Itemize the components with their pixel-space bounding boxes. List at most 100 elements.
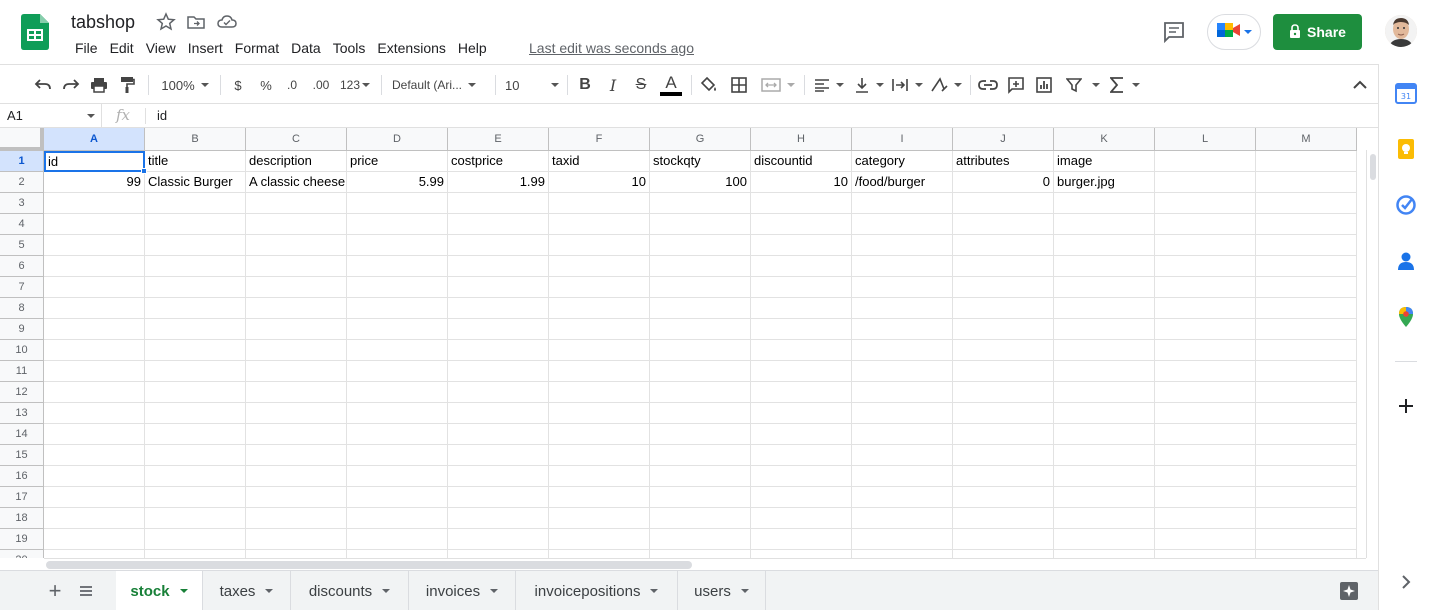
grid-cell[interactable]: 1.99 — [448, 172, 549, 193]
grid-cell[interactable] — [650, 235, 751, 256]
grid-cell[interactable] — [549, 361, 650, 382]
grid-cell[interactable] — [751, 193, 852, 214]
grid-cell[interactable] — [44, 487, 145, 508]
grid-cell[interactable] — [650, 319, 751, 340]
grid-cell[interactable] — [650, 445, 751, 466]
grid-cell[interactable] — [1155, 256, 1256, 277]
text-rotation-icon[interactable] — [929, 73, 963, 97]
row-header[interactable]: 5 — [0, 235, 44, 256]
grid-cell[interactable] — [347, 508, 448, 529]
spreadsheet-grid[interactable]: A B C D E F G H I J K L M 1 2 3 4 5 6 7 8 9 10 11 12 13 14 15 16 17 18… — [0, 128, 1366, 558]
grid-cell[interactable] — [1155, 340, 1256, 361]
grid-cell[interactable] — [448, 340, 549, 361]
grid-cell[interactable] — [145, 256, 246, 277]
grid-cell[interactable] — [549, 340, 650, 361]
grid-cell[interactable] — [347, 277, 448, 298]
italic-button[interactable]: I — [603, 73, 623, 97]
grid-cell[interactable] — [1256, 214, 1357, 235]
grid-cell[interactable] — [751, 361, 852, 382]
tasks-icon[interactable] — [1395, 194, 1417, 216]
row-header[interactable]: 19 — [0, 529, 44, 550]
grid-cell[interactable] — [1256, 424, 1357, 445]
grid-cell[interactable]: 10 — [751, 172, 852, 193]
vertical-scrollbar[interactable] — [1366, 150, 1378, 558]
grid-cell[interactable] — [1256, 235, 1357, 256]
grid-cell[interactable] — [1256, 508, 1357, 529]
grid-cell[interactable] — [246, 298, 347, 319]
grid-cell[interactable] — [549, 193, 650, 214]
grid-cell[interactable] — [145, 298, 246, 319]
grid-cell[interactable] — [852, 487, 953, 508]
grid-cell[interactable]: category — [852, 151, 953, 172]
add-sheet-button[interactable]: + — [40, 571, 70, 610]
grid-cell[interactable] — [347, 550, 448, 558]
column-header[interactable]: A — [44, 128, 145, 151]
formula-input[interactable]: id — [157, 104, 167, 128]
print-icon[interactable] — [88, 73, 110, 97]
grid-cell[interactable] — [852, 424, 953, 445]
grid-cell[interactable] — [953, 466, 1054, 487]
grid-cell[interactable] — [246, 214, 347, 235]
grid-cell[interactable] — [751, 214, 852, 235]
grid-cell[interactable] — [650, 487, 751, 508]
grid-cell[interactable] — [549, 550, 650, 558]
grid-cell[interactable] — [751, 466, 852, 487]
grid-cell[interactable] — [1256, 319, 1357, 340]
strikethrough-button[interactable]: S — [631, 73, 651, 97]
increase-decimal-button[interactable]: .00 — [309, 73, 333, 97]
add-addon-icon[interactable] — [1395, 395, 1417, 417]
text-color-button[interactable]: A — [659, 73, 683, 97]
column-header[interactable]: B — [145, 128, 246, 151]
avatar[interactable] — [1385, 15, 1417, 47]
row-header[interactable]: 10 — [0, 340, 44, 361]
grid-cell[interactable] — [953, 382, 1054, 403]
fill-color-icon[interactable] — [698, 73, 720, 97]
font-family-select[interactable]: Default (Ari... — [392, 73, 486, 97]
grid-cell[interactable]: description — [246, 151, 347, 172]
grid-cell[interactable] — [246, 403, 347, 424]
grid-cell[interactable] — [1054, 487, 1155, 508]
grid-cell[interactable] — [1155, 445, 1256, 466]
grid-cell[interactable]: Classic Burger — [145, 172, 246, 193]
menu-format[interactable]: Format — [229, 39, 285, 57]
grid-cell[interactable] — [448, 319, 549, 340]
row-header[interactable]: 16 — [0, 466, 44, 487]
grid-cell[interactable] — [145, 487, 246, 508]
explore-icon[interactable] — [1336, 571, 1362, 610]
grid-cell[interactable] — [448, 235, 549, 256]
grid-cell[interactable] — [650, 424, 751, 445]
grid-cell[interactable] — [44, 529, 145, 550]
grid-cell[interactable] — [751, 529, 852, 550]
grid-cell[interactable] — [1155, 424, 1256, 445]
grid-cell[interactable] — [1155, 235, 1256, 256]
column-header[interactable]: E — [448, 128, 549, 151]
grid-cell[interactable] — [751, 298, 852, 319]
grid-cell[interactable] — [448, 550, 549, 558]
grid-cell[interactable] — [44, 382, 145, 403]
grid-cell[interactable] — [1256, 550, 1357, 558]
row-header[interactable]: 20 — [0, 550, 44, 558]
maps-icon[interactable] — [1395, 306, 1417, 328]
horizontal-scrollbar[interactable] — [44, 558, 1366, 570]
grid-cell[interactable] — [953, 340, 1054, 361]
collapse-menus-icon[interactable] — [1349, 73, 1371, 97]
grid-cell[interactable] — [852, 235, 953, 256]
tab-stock[interactable]: stock — [116, 571, 203, 610]
grid-cell[interactable] — [44, 424, 145, 445]
grid-cell[interactable] — [751, 403, 852, 424]
grid-cell[interactable] — [953, 361, 1054, 382]
grid-cell[interactable] — [448, 214, 549, 235]
grid-cell[interactable]: image — [1054, 151, 1155, 172]
grid-cell[interactable] — [650, 340, 751, 361]
merge-cells-icon[interactable] — [758, 73, 798, 97]
column-header[interactable]: F — [549, 128, 650, 151]
grid-cell[interactable] — [1155, 193, 1256, 214]
tab-users[interactable]: users — [678, 571, 766, 610]
last-edit-link[interactable]: Last edit was seconds ago — [529, 39, 694, 57]
grid-cell[interactable] — [246, 319, 347, 340]
grid-cell[interactable] — [1256, 298, 1357, 319]
grid-cell[interactable] — [953, 529, 1054, 550]
grid-cell[interactable] — [1155, 277, 1256, 298]
menu-help[interactable]: Help — [452, 39, 493, 57]
grid-cell[interactable] — [852, 508, 953, 529]
